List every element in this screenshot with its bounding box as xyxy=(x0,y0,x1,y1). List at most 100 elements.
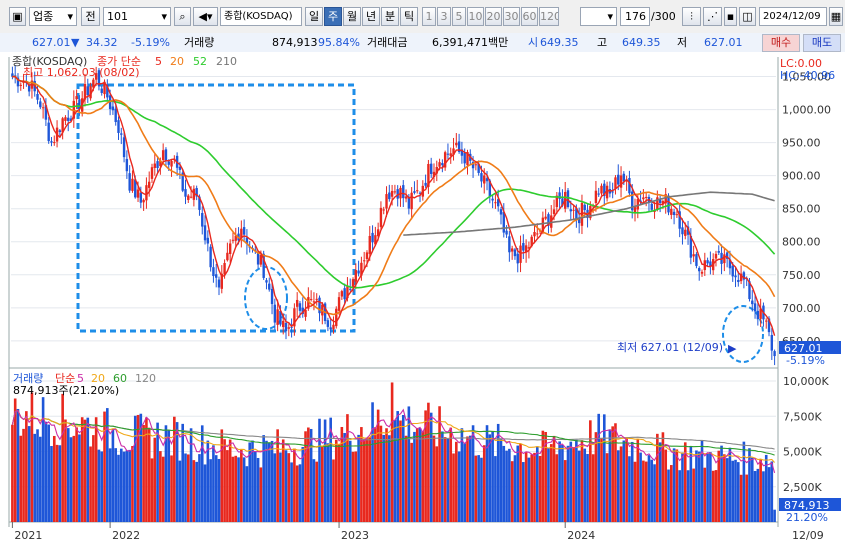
tab-period-3[interactable]: 년 xyxy=(362,7,380,26)
volume-bar xyxy=(240,449,243,522)
candle-body xyxy=(209,246,212,268)
volume-bar xyxy=(290,462,293,522)
volume-bar xyxy=(122,451,126,522)
tab-interval-120[interactable]: 120 xyxy=(539,7,559,26)
volume-bar xyxy=(156,422,159,522)
volume-bar xyxy=(410,442,413,522)
count-input[interactable]: 176 xyxy=(620,7,650,26)
candle-body xyxy=(499,209,503,215)
legend-item: 210 xyxy=(216,55,237,68)
volume-bar xyxy=(111,429,115,522)
price-tick-label: 850.00 xyxy=(782,203,821,216)
candle-body xyxy=(675,214,679,216)
trend-icon[interactable]: ⋰ xyxy=(703,7,722,26)
buy-button[interactable]: 매수 xyxy=(762,34,800,52)
speaker-icon[interactable]: ◀▾ xyxy=(193,7,218,26)
candle-body xyxy=(516,253,519,264)
candle-body xyxy=(122,137,126,158)
candle-body xyxy=(600,185,603,194)
volume-bar xyxy=(583,448,587,522)
volume-bar xyxy=(50,446,53,522)
volume-bar xyxy=(443,437,447,522)
date-input[interactable]: 2024/12/09 xyxy=(759,7,827,26)
candle-body xyxy=(39,101,42,108)
tab-interval-20[interactable]: 20 xyxy=(485,7,502,26)
tab-interval-5[interactable]: 5 xyxy=(452,7,466,26)
volume-bar xyxy=(11,424,14,522)
candle-body xyxy=(583,204,586,211)
volume-bar xyxy=(675,449,679,522)
calendar-icon[interactable]: ▦ xyxy=(829,7,843,26)
tab-period-1[interactable]: 주 xyxy=(324,7,342,26)
volume-bar xyxy=(357,434,360,522)
volume-bar xyxy=(739,474,743,522)
tab-period-4[interactable]: 분 xyxy=(381,7,399,26)
volume-bar xyxy=(480,457,483,522)
volume-bar xyxy=(681,452,684,522)
volume-bar xyxy=(642,460,645,522)
lock-icon[interactable]: ◫ xyxy=(739,7,756,26)
search-icon[interactable]: ⌕ xyxy=(174,7,191,26)
volume-bar xyxy=(78,434,81,522)
interval-select[interactable]: ▾ xyxy=(580,7,617,26)
candle-body xyxy=(318,297,321,314)
tab-interval-10[interactable]: 10 xyxy=(467,7,484,26)
candle-body xyxy=(393,191,397,193)
candle-body xyxy=(351,279,355,288)
candle-body xyxy=(335,308,338,327)
volume-bar xyxy=(513,455,517,522)
volume-bar xyxy=(203,464,207,522)
candle-body xyxy=(385,194,388,209)
volume-bar xyxy=(762,471,765,522)
candle-style-icon[interactable]: ⫶ xyxy=(682,7,701,26)
chart-menu-icon[interactable]: ▣ xyxy=(9,7,26,26)
candle-body xyxy=(700,271,704,274)
candle-body xyxy=(410,192,413,210)
chevron-down-icon: ▾ xyxy=(67,10,73,23)
candle-body xyxy=(265,280,268,283)
volume-bar xyxy=(538,455,542,522)
candle-body xyxy=(131,178,134,191)
market-type-select[interactable]: 업종 ▾ xyxy=(29,7,77,26)
tab-interval-1[interactable]: 1 xyxy=(422,7,436,26)
volume-bar xyxy=(580,440,584,522)
save-icon[interactable]: ▪ xyxy=(724,7,737,26)
candle-body xyxy=(19,84,22,86)
tab-period-0[interactable]: 일 xyxy=(305,7,323,26)
candle-body xyxy=(170,160,173,167)
tab-period-2[interactable]: 월 xyxy=(343,7,361,26)
candle-body xyxy=(276,309,279,325)
volume-bar xyxy=(605,453,609,522)
candle-body xyxy=(64,117,67,121)
tab-interval-3[interactable]: 3 xyxy=(437,7,451,26)
volume-bar xyxy=(234,455,238,522)
candle-body xyxy=(326,320,330,327)
all-button[interactable]: 전 xyxy=(81,7,100,26)
volume-bar xyxy=(463,443,466,522)
code-input[interactable]: 101 ▾ xyxy=(103,7,171,26)
volume-bar xyxy=(279,452,282,522)
candle-body xyxy=(536,233,539,235)
volume-bar xyxy=(231,456,235,522)
tab-period-5[interactable]: 틱 xyxy=(400,7,418,26)
tab-interval-30[interactable]: 30 xyxy=(503,7,520,26)
candle-body xyxy=(365,252,369,260)
volume-bar xyxy=(52,435,56,522)
volume-bar xyxy=(670,465,673,522)
quote-amount-label: 거래대금 xyxy=(367,36,408,49)
volume-tick-label: 2,500K xyxy=(783,481,822,494)
price-chart[interactable]: 650.00700.00750.00800.00850.00900.00950.… xyxy=(0,52,845,544)
volume-bar xyxy=(706,452,709,522)
volume-bar xyxy=(734,459,737,522)
candle-body xyxy=(206,237,210,244)
candle-body xyxy=(368,235,371,254)
tab-interval-60[interactable]: 60 xyxy=(521,7,538,26)
volume-bar xyxy=(97,449,101,522)
sell-button[interactable]: 매도 xyxy=(803,34,841,52)
volume-bar xyxy=(83,419,87,522)
candle-body xyxy=(483,175,486,184)
candle-body xyxy=(150,167,154,179)
candle-body xyxy=(117,120,120,133)
volume-bar xyxy=(689,446,693,522)
candle-body xyxy=(404,196,408,199)
